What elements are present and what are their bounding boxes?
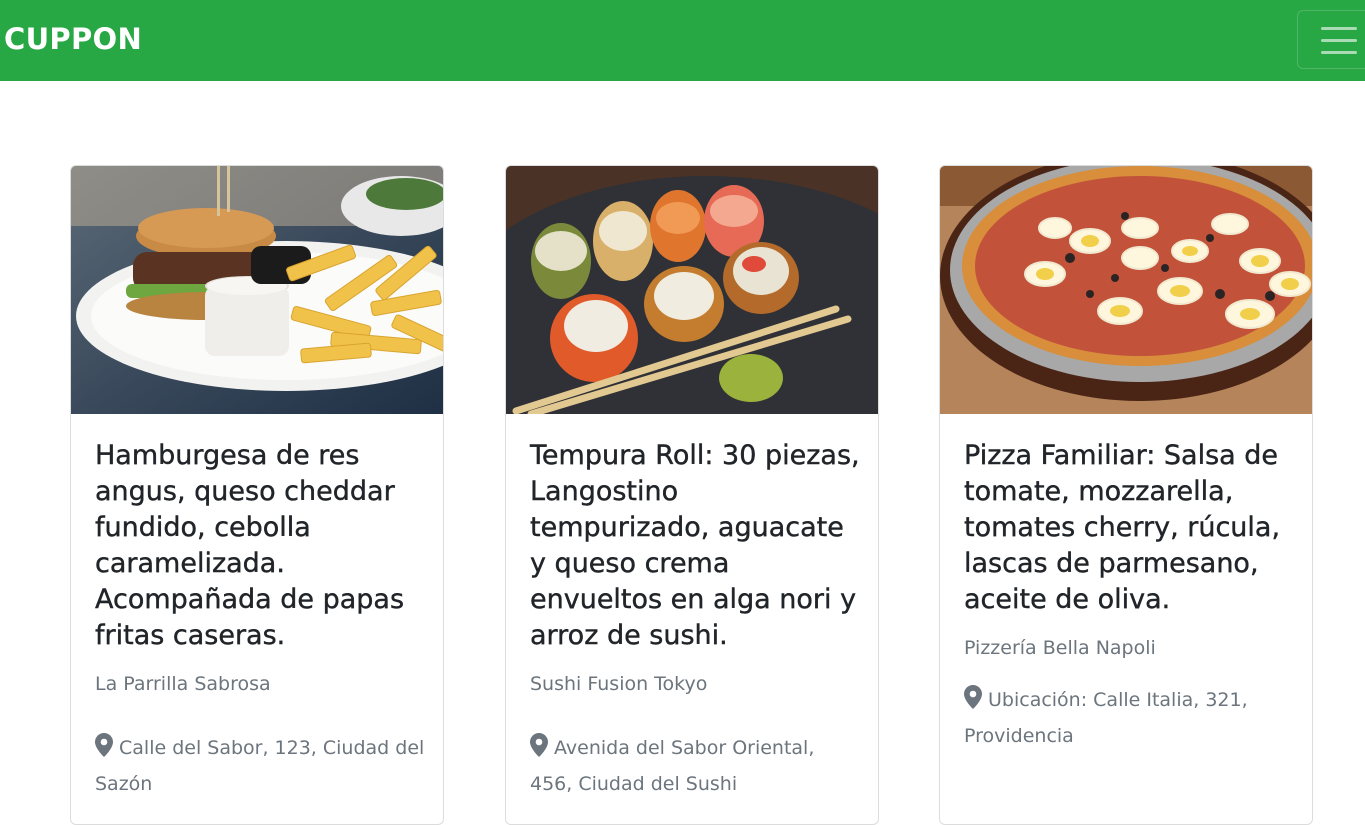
map-pin-icon	[95, 733, 113, 757]
deal-location: Ubicación: Calle Italia, 321, Providenci…	[964, 682, 1294, 754]
location-text: Ubicación: Calle Italia, 321, Providenci…	[964, 689, 1248, 747]
hamburger-menu-icon-bar	[1321, 39, 1357, 42]
burger-and-fries-photo	[71, 166, 443, 414]
location-text: Avenida del Sabor Oriental, 456, Ciudad …	[530, 737, 815, 795]
card-body: Hamburgesa de res angus, queso cheddar f…	[95, 438, 425, 802]
deal-title: Hamburgesa de res angus, queso cheddar f…	[95, 440, 405, 651]
top-navbar: CUPPON	[0, 0, 1365, 81]
deal-card[interactable]: Pizza Familiar: Salsa de tomate, mozzare…	[939, 165, 1313, 825]
map-pin-icon	[964, 685, 982, 709]
sushi-rolls-photo	[506, 166, 878, 414]
deal-location: Avenida del Sabor Oriental, 456, Ciudad …	[530, 730, 860, 802]
restaurant-name: La Parrilla Sabrosa	[95, 673, 271, 695]
deal-card[interactable]: Hamburgesa de res angus, queso cheddar f…	[70, 165, 444, 825]
location-text: Calle del Sabor, 123, Ciudad del Sazón	[95, 737, 425, 795]
deal-title: Tempura Roll: 30 piezas, Langostino temp…	[530, 440, 860, 651]
deal-title: Pizza Familiar: Salsa de tomate, mozzare…	[964, 440, 1281, 615]
card-body: Tempura Roll: 30 piezas, Langostino temp…	[530, 438, 860, 802]
map-pin-icon	[530, 733, 548, 757]
restaurant-name: Sushi Fusion Tokyo	[530, 673, 708, 695]
pizza-photo	[940, 166, 1312, 414]
hamburger-menu-icon-bar	[1321, 51, 1357, 54]
deal-location: Calle del Sabor, 123, Ciudad del Sazón	[95, 730, 425, 802]
restaurant-name: Pizzería Bella Napoli	[964, 637, 1156, 659]
hamburger-menu-icon	[1321, 27, 1357, 30]
brand-logo[interactable]: CUPPON	[4, 22, 142, 56]
navbar-toggle-button[interactable]	[1297, 10, 1365, 69]
deal-card[interactable]: Tempura Roll: 30 piezas, Langostino temp…	[505, 165, 879, 825]
card-body: Pizza Familiar: Salsa de tomate, mozzare…	[964, 438, 1294, 754]
